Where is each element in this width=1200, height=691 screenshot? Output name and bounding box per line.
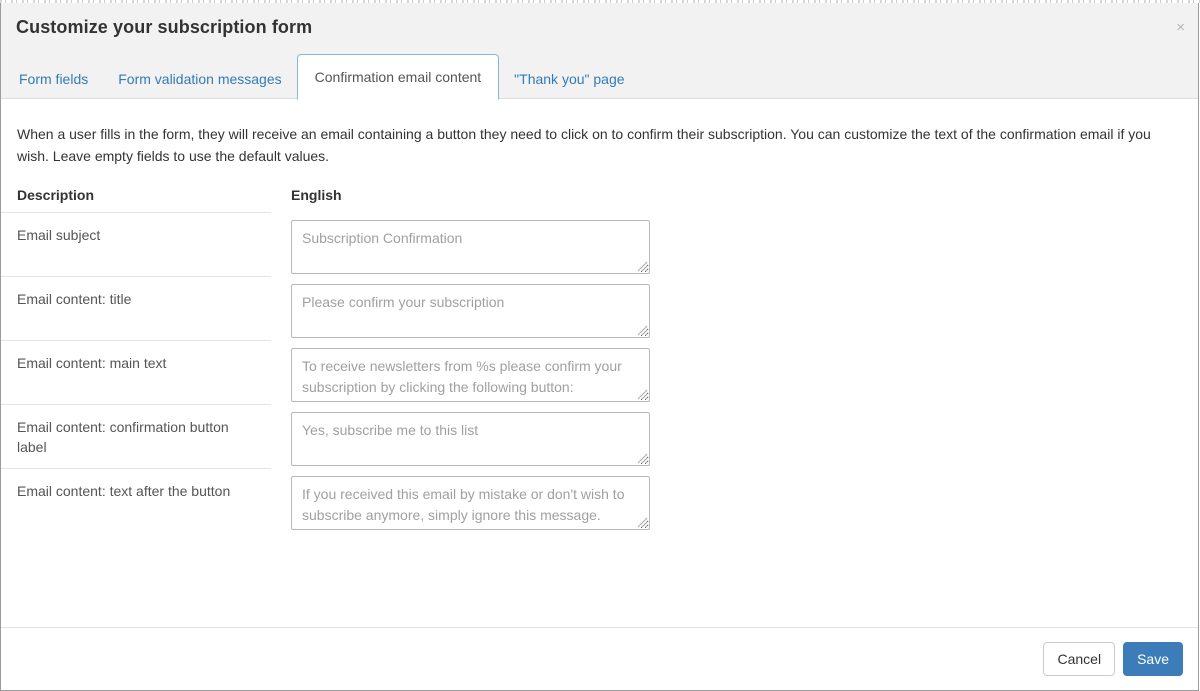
email-content-title-input[interactable] bbox=[291, 284, 650, 338]
table-header-row: Description English bbox=[1, 187, 661, 212]
field-wrapper bbox=[291, 412, 650, 466]
email-content-table: Description English Email subject Subscr… bbox=[1, 187, 661, 532]
row-description-label: Email content: text after the button bbox=[17, 483, 231, 499]
table-row: Email content: text after the button bbox=[1, 468, 661, 532]
tab-form-fields[interactable]: Form fields bbox=[4, 59, 103, 99]
page-title: Customize your subscription form bbox=[16, 17, 313, 37]
row-description-cell: Email content: text after the button bbox=[1, 468, 271, 532]
field-wrapper bbox=[291, 220, 650, 274]
save-button[interactable]: Save bbox=[1123, 642, 1183, 676]
tab-bar: Form fields Form validation messages Con… bbox=[1, 54, 1198, 100]
tab-confirmation-email-content[interactable]: Confirmation email content bbox=[296, 54, 500, 100]
field-wrapper bbox=[291, 476, 650, 530]
footer-actions: Cancel Save bbox=[1043, 642, 1183, 676]
intro-description: When a user fills in the form, they will… bbox=[17, 126, 1151, 164]
column-header-description: Description bbox=[17, 187, 95, 203]
row-description-cell: Email subject bbox=[1, 212, 271, 276]
row-description-label: Email subject bbox=[17, 227, 101, 243]
field-wrapper bbox=[291, 348, 650, 402]
row-description-label: Email content: confirmation button label bbox=[17, 419, 229, 455]
row-description-cell: Email content: main text bbox=[1, 340, 271, 404]
email-content-main-text-input[interactable] bbox=[291, 348, 650, 402]
row-value-cell bbox=[271, 468, 651, 530]
table-row: Email content: title bbox=[1, 276, 661, 340]
email-content-confirmation-button-label-input[interactable] bbox=[291, 412, 650, 466]
row-value-cell bbox=[271, 212, 651, 274]
row-value-cell bbox=[271, 276, 651, 338]
cancel-button[interactable]: Cancel bbox=[1043, 642, 1116, 676]
dialog-header: Customize your subscription form × Form … bbox=[1, 3, 1198, 100]
row-description-label: Email content: title bbox=[17, 291, 132, 307]
row-value-cell bbox=[271, 404, 651, 466]
close-icon[interactable]: × bbox=[1176, 20, 1185, 35]
dialog-body: When a user fills in the form, they will… bbox=[1, 99, 1198, 626]
table-row: Email content: confirmation button label bbox=[1, 404, 661, 468]
row-description-cell: Email content: confirmation button label bbox=[1, 404, 271, 468]
row-description-cell: Email content: title bbox=[1, 276, 271, 340]
row-value-cell bbox=[271, 340, 651, 402]
column-header-english: English bbox=[291, 187, 342, 203]
dialog-footer: Cancel Save bbox=[1, 627, 1198, 690]
table-row: Email content: main text bbox=[1, 340, 661, 404]
email-content-text-after-button-input[interactable] bbox=[291, 476, 650, 530]
customize-subscription-form-dialog: Customize your subscription form × Form … bbox=[0, 3, 1199, 691]
row-description-label: Email content: main text bbox=[17, 355, 167, 371]
field-wrapper bbox=[291, 284, 650, 338]
table-row: Email subject bbox=[1, 212, 661, 276]
tab-thank-you-page[interactable]: "Thank you" page bbox=[499, 59, 639, 99]
email-subject-input[interactable] bbox=[291, 220, 650, 274]
tab-form-validation-messages[interactable]: Form validation messages bbox=[103, 59, 296, 99]
